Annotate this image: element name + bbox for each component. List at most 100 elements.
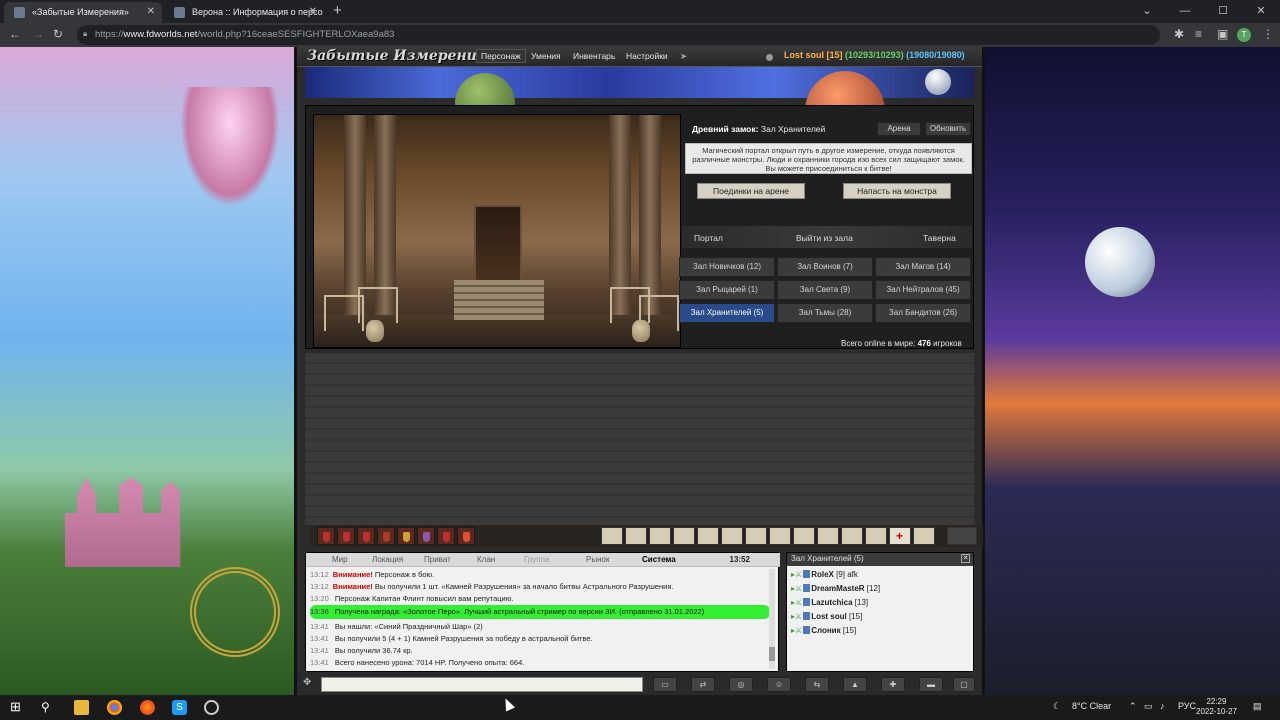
chrome-icon[interactable] <box>107 700 122 715</box>
weather-text[interactable]: 8°C Clear <box>1072 701 1111 711</box>
hall-knights[interactable]: Зал Рыцарей (1) <box>679 280 775 300</box>
address-bar[interactable]: 🔒︎ https://www.fdworlds.net/world.php?16… <box>77 25 1160 45</box>
potion-slot[interactable] <box>437 527 455 545</box>
close-tab-icon[interactable]: ✕ <box>309 6 317 17</box>
scroll-slot[interactable] <box>745 527 767 545</box>
arena-duels-button[interactable]: Поединки на арене <box>697 183 805 199</box>
menu-icon[interactable]: ⋮ <box>1262 27 1274 41</box>
scroll-slot[interactable] <box>697 527 719 545</box>
chat-tab-location[interactable]: Локация <box>372 555 403 564</box>
scroll-slot[interactable] <box>769 527 791 545</box>
chat-tool-icon[interactable]: ▲ <box>843 677 867 692</box>
players-close-icon[interactable]: ✕ <box>961 554 970 563</box>
chat-tool-icon[interactable]: ▬ <box>919 677 943 692</box>
chat-tool-icon[interactable]: ⇆ <box>805 677 829 692</box>
belt-menu-icon[interactable] <box>947 527 977 545</box>
hall-light[interactable]: Зал Света (9) <box>777 280 873 300</box>
hall-warriors[interactable]: Зал Воинов (7) <box>777 257 873 277</box>
minimize-icon[interactable]: — <box>1166 0 1204 22</box>
potion-slot[interactable] <box>377 527 395 545</box>
first-aid-slot[interactable]: + <box>889 527 911 545</box>
tab-search-icon[interactable]: ⌄ <box>1128 0 1166 22</box>
player-row[interactable]: ▸⚔ Lost soul [15] <box>791 611 862 623</box>
chat-tab-clan[interactable]: Клан <box>477 555 495 564</box>
player-row[interactable]: ▸⚔ RoleX [9] afk <box>791 569 858 581</box>
reload-icon[interactable]: ↻ <box>53 27 63 41</box>
nav-settings[interactable]: Настройки <box>626 51 668 61</box>
arena-button[interactable]: Арена <box>877 122 921 136</box>
scroll-slot[interactable] <box>625 527 647 545</box>
hall-mages[interactable]: Зал Магов (14) <box>875 257 971 277</box>
notifications-icon[interactable]: ▤ <box>1253 701 1262 712</box>
tray-chevron-icon[interactable]: ⌃ <box>1129 701 1137 712</box>
chat-tool-icon[interactable]: ◎ <box>729 677 753 692</box>
profile-avatar[interactable]: T <box>1237 28 1251 42</box>
obs-icon[interactable] <box>204 700 219 715</box>
chat-tab-private[interactable]: Приват <box>424 555 451 564</box>
skype-icon[interactable]: S <box>172 700 187 715</box>
link-tavern[interactable]: Таверна <box>923 233 956 243</box>
keyboard-language[interactable]: РУС <box>1178 701 1196 711</box>
maximize-icon[interactable]: ☐ <box>1204 0 1242 22</box>
browser-tab-game[interactable]: «Забытые Измерения» ✕ <box>4 2 162 23</box>
scroll-slot[interactable] <box>721 527 743 545</box>
hall-novice[interactable]: Зал Новичков (12) <box>679 257 775 277</box>
player-name[interactable]: Lost soul <box>784 50 824 60</box>
scroll-slot[interactable] <box>865 527 887 545</box>
link-exit-hall[interactable]: Выйти из зала <box>796 233 853 243</box>
chat-scrollbar[interactable] <box>769 569 775 669</box>
player-row[interactable]: ▸⚔ Слоник [15] <box>791 625 856 637</box>
nav-extra-icon[interactable]: ➤ <box>680 51 687 62</box>
potion-slot[interactable] <box>417 527 435 545</box>
speaker-icon[interactable]: ♪ <box>1160 701 1165 711</box>
windows-start-icon[interactable]: ⊞ <box>10 699 25 714</box>
nav-skills[interactable]: Умения <box>531 51 561 61</box>
scroll-slot[interactable] <box>673 527 695 545</box>
chat-tool-icon[interactable]: ▭ <box>653 677 677 692</box>
scroll-slot[interactable] <box>793 527 815 545</box>
potion-slot[interactable] <box>357 527 375 545</box>
hall-darkness[interactable]: Зал Тьмы (28) <box>777 303 873 323</box>
media-icon[interactable]: ≡ <box>1195 27 1202 41</box>
chat-tab-group[interactable]: Группа <box>524 555 549 564</box>
hall-bandits[interactable]: Зал Бандитов (26) <box>875 303 971 323</box>
player-row[interactable]: ▸⚔ DreamMasteR [12] <box>791 583 880 595</box>
sidepanel-icon[interactable]: ▣ <box>1217 27 1228 41</box>
firefox-icon[interactable] <box>140 700 155 715</box>
system-clock[interactable]: 22:29 2022-10-27 <box>1196 697 1237 717</box>
extensions-icon[interactable]: ✱ <box>1174 27 1184 41</box>
forward-icon[interactable]: → <box>32 27 44 41</box>
potion-slot[interactable] <box>317 527 335 545</box>
scroll-slot[interactable] <box>601 527 623 545</box>
scroll-slot[interactable] <box>817 527 839 545</box>
chat-tool-icon[interactable]: ✚ <box>881 677 905 692</box>
scroll-slot[interactable] <box>649 527 671 545</box>
search-icon[interactable]: ⚲ <box>41 700 56 715</box>
attack-monster-button[interactable]: Напасть на монстра <box>843 183 951 199</box>
hall-neutrals[interactable]: Зал Нейтралов (45) <box>875 280 971 300</box>
network-icon[interactable]: ▭ <box>1144 701 1153 712</box>
chat-scroll-thumb[interactable] <box>769 647 775 661</box>
file-explorer-icon[interactable] <box>74 700 89 715</box>
chat-tool-icon[interactable]: ▢ <box>953 677 975 692</box>
new-tab-icon[interactable]: + <box>333 2 342 19</box>
close-tab-icon[interactable]: ✕ <box>147 6 155 17</box>
potion-slot[interactable] <box>457 527 475 545</box>
nav-character[interactable]: Персонаж <box>476 49 526 63</box>
hall-keepers[interactable]: Зал Хранителей (5) <box>679 303 775 323</box>
scroll-slot[interactable] <box>913 527 935 545</box>
chat-input[interactable] <box>321 677 643 692</box>
back-icon[interactable]: ← <box>9 27 21 41</box>
chat-tab-market[interactable]: Рынок <box>586 555 609 564</box>
chat-tab-system[interactable]: Система <box>642 555 676 564</box>
chat-tool-icon[interactable]: ⇄ <box>691 677 715 692</box>
close-window-icon[interactable]: ✕ <box>1242 0 1280 22</box>
potion-slot[interactable] <box>337 527 355 545</box>
nav-inventory[interactable]: Инвентарь <box>573 51 615 61</box>
potion-slot[interactable] <box>397 527 415 545</box>
chat-options-icon[interactable]: ✥ <box>303 677 311 688</box>
link-portal[interactable]: Портал <box>694 233 723 243</box>
player-row[interactable]: ▸⚔ Lazutchica [13] <box>791 597 868 609</box>
browser-tab-verona[interactable]: Верона :: Информация о персо ✕ <box>164 2 324 23</box>
chat-tool-icon[interactable]: ☺ <box>767 677 791 692</box>
